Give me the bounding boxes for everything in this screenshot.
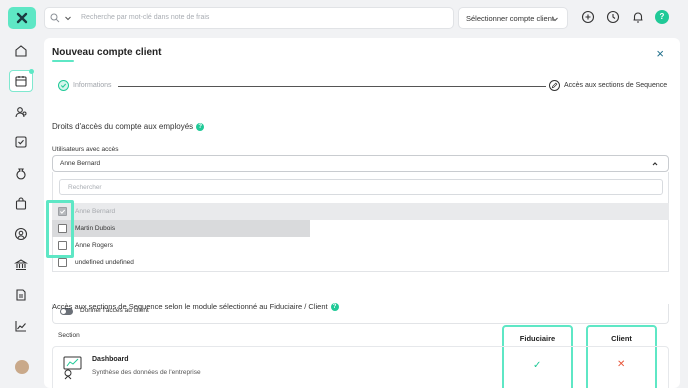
list-item-user[interactable]: Martin Dubois xyxy=(52,220,669,237)
help-button[interactable]: ? xyxy=(655,10,669,24)
search-bar[interactable]: Recherche par mot-clé dans note de frais xyxy=(44,7,454,29)
client-access-cross[interactable]: ✕ xyxy=(617,359,625,370)
money-bag-icon[interactable] xyxy=(13,165,29,181)
user-option-label: Martin Dubois xyxy=(75,225,116,232)
access-heading-text: Droits d'accès du compte aux employés xyxy=(52,122,194,131)
bank-icon[interactable] xyxy=(13,257,29,273)
checkbox-icon[interactable] xyxy=(13,134,29,150)
pencil-icon xyxy=(549,80,560,91)
clock-icon[interactable] xyxy=(605,9,621,25)
access-heading: Droits d'accès du compte aux employés ? xyxy=(52,122,205,131)
table-row xyxy=(52,346,669,388)
new-client-account-modal: Nouveau compte client × Informations Acc… xyxy=(44,38,680,388)
users-icon[interactable] xyxy=(13,104,29,120)
fiduciaire-access-check[interactable]: ✓ xyxy=(533,360,541,371)
avatar[interactable] xyxy=(15,360,29,374)
section-description: Synthèse des données de l'entreprise xyxy=(92,369,201,376)
column-header-client: Client xyxy=(611,334,632,343)
search-placeholder: Recherche par mot-clé dans note de frais xyxy=(81,14,210,21)
client-select-label: Sélectionner compte client xyxy=(466,14,554,23)
user-circle-icon[interactable] xyxy=(13,226,29,242)
user-option-label: Anne Bernard xyxy=(75,208,116,215)
bell-icon[interactable] xyxy=(630,9,646,25)
client-account-select[interactable]: Sélectionner compte client xyxy=(458,7,568,29)
help-icon[interactable]: ? xyxy=(196,122,205,131)
checkbox[interactable] xyxy=(58,258,67,267)
calendar-icon[interactable] xyxy=(13,73,29,89)
search-icon xyxy=(50,13,60,23)
list-item-user[interactable]: undefined undefined xyxy=(52,254,669,271)
logo-icon xyxy=(16,12,28,24)
check-circle-icon xyxy=(58,80,69,91)
notification-dot xyxy=(29,69,34,74)
dropdown-search-input[interactable]: Rechercher xyxy=(59,179,663,195)
checkbox-focus-frame xyxy=(46,200,74,258)
dashboard-illustration-icon xyxy=(63,356,82,380)
dropdown-search-placeholder: Rechercher xyxy=(68,184,102,191)
step-informations[interactable]: Informations xyxy=(58,80,112,91)
title-underline xyxy=(52,60,74,62)
close-icon[interactable]: × xyxy=(656,47,664,60)
shopping-bag-icon[interactable] xyxy=(13,196,29,212)
list-item-user[interactable]: Anne Bernard xyxy=(52,203,669,220)
list-item-user[interactable]: Anne Rogers xyxy=(52,237,669,254)
top-bar: Recherche par mot-clé dans note de frais… xyxy=(0,0,688,36)
stepper-line xyxy=(118,86,546,87)
chevron-down-icon[interactable] xyxy=(63,13,73,23)
chevron-up-icon[interactable] xyxy=(651,160,659,168)
sections-heading: Accès aux sections de Sequence selon le … xyxy=(52,302,339,311)
app-logo[interactable] xyxy=(8,7,36,29)
user-option-label: undefined undefined xyxy=(75,259,134,266)
section-name: Dashboard xyxy=(92,356,129,363)
column-header-section: Section xyxy=(58,332,80,339)
step-sections-access[interactable]: Accès aux sections de Sequence xyxy=(549,80,667,91)
add-circle-icon[interactable] xyxy=(580,9,596,25)
sections-heading-text: Accès aux sections de Sequence selon le … xyxy=(52,302,328,311)
user-option-label: Anne Rogers xyxy=(75,242,113,249)
home-icon[interactable] xyxy=(13,43,29,59)
page-title: Nouveau compte client xyxy=(52,47,162,58)
users-field-label: Utilisateurs avec accès xyxy=(52,146,119,153)
step-label: Accès aux sections de Sequence xyxy=(564,82,668,89)
users-selected-value: Anne Bernard xyxy=(60,160,101,167)
chevron-down-icon xyxy=(552,17,558,22)
step-label: Informations xyxy=(73,82,112,89)
help-icon[interactable]: ? xyxy=(330,302,339,311)
chart-line-icon[interactable] xyxy=(13,318,29,334)
column-header-fiduciaire: Fiduciaire xyxy=(519,334,556,343)
users-access-select[interactable]: Anne Bernard xyxy=(52,155,669,172)
sidebar xyxy=(7,36,37,388)
document-icon[interactable] xyxy=(13,287,29,303)
